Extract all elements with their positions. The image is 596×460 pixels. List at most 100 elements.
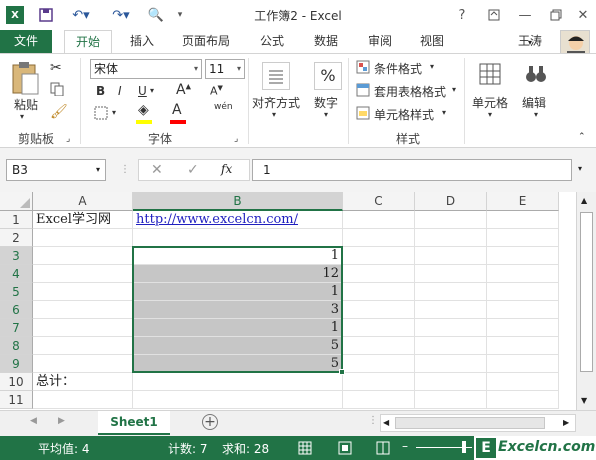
horizontal-scrollbar[interactable]: ◀ ▶ — [380, 414, 576, 432]
ribbon-display-icon[interactable] — [484, 6, 504, 24]
cell-c9[interactable] — [343, 355, 415, 373]
help-button[interactable]: ? — [452, 6, 472, 24]
tab-home[interactable]: 开始 — [64, 30, 112, 54]
cell-d6[interactable] — [415, 301, 487, 319]
vertical-scroll-thumb[interactable] — [580, 212, 593, 372]
row-header[interactable]: 1 — [0, 211, 33, 229]
scroll-up-icon[interactable]: ▲ — [581, 196, 587, 205]
cell-d10[interactable] — [415, 373, 487, 391]
tab-formulas[interactable]: 公式 — [250, 30, 294, 54]
table-format-button[interactable]: 套用表格格式 — [374, 83, 446, 100]
tab-data[interactable]: 数据 — [304, 30, 348, 54]
cells-button[interactable]: 单元格 — [472, 94, 508, 111]
border-dropdown-icon[interactable]: ▾ — [112, 108, 116, 117]
alignment-button[interactable]: 对齐方式 — [252, 94, 300, 111]
cell-b2[interactable] — [133, 229, 343, 247]
cell-a5[interactable] — [33, 283, 133, 301]
cell-c8[interactable] — [343, 337, 415, 355]
restore-icon[interactable] — [546, 6, 566, 24]
fill-color-icon[interactable]: ◈ — [138, 102, 149, 118]
name-box-dropdown-icon[interactable]: ▾ — [96, 160, 100, 180]
table-format-dropdown-icon[interactable]: ▾ — [452, 85, 456, 94]
tab-split-icon[interactable]: ⋮ — [368, 415, 378, 426]
border-icon[interactable] — [94, 106, 110, 123]
cells-dropdown-icon[interactable]: ▾ — [488, 110, 492, 119]
cell-e5[interactable] — [487, 283, 559, 301]
underline-dropdown-icon[interactable]: ▾ — [150, 86, 154, 95]
prev-sheet-icon[interactable]: ◀ — [30, 416, 37, 426]
cell-style-button[interactable]: 单元格样式 — [374, 106, 434, 123]
worksheet-grid[interactable]: A B C D E 1 Excel学习网 http://www.excelcn.co… — [0, 192, 596, 410]
bold-button[interactable]: B — [96, 84, 105, 98]
row-header[interactable]: 9 — [0, 355, 33, 373]
normal-view-icon[interactable] — [298, 441, 312, 458]
cell-d3[interactable] — [415, 247, 487, 265]
cell-c6[interactable] — [343, 301, 415, 319]
cell-e7[interactable] — [487, 319, 559, 337]
format-painter-icon[interactable]: 🖌 — [50, 104, 68, 120]
close-button[interactable]: ✕ — [573, 6, 593, 24]
number-dropdown-icon[interactable]: ▾ — [324, 110, 328, 119]
column-header-a[interactable]: A — [33, 192, 133, 211]
cell-a4[interactable] — [33, 265, 133, 283]
page-layout-view-icon[interactable] — [338, 441, 352, 458]
cell-style-dropdown-icon[interactable]: ▾ — [442, 108, 446, 117]
font-size-select[interactable]: 11 ▾ — [205, 59, 245, 79]
column-header-c[interactable]: C — [343, 192, 415, 211]
cell-style-icon[interactable] — [356, 106, 370, 123]
zoom-out-icon[interactable]: – — [402, 439, 408, 453]
cells-icon[interactable] — [478, 62, 502, 89]
row-header[interactable]: 3 — [0, 247, 33, 265]
cut-icon[interactable]: ✂ — [50, 60, 62, 76]
font-launcher-icon[interactable]: ⌟ — [234, 134, 238, 144]
cell-a8[interactable] — [33, 337, 133, 355]
row-header[interactable]: 4 — [0, 265, 33, 283]
cell-a7[interactable] — [33, 319, 133, 337]
cell-b1[interactable]: http://www.excelcn.com/ — [133, 211, 343, 229]
cell-a6[interactable] — [33, 301, 133, 319]
insert-function-button[interactable]: fx — [221, 162, 232, 176]
cell-a11[interactable] — [33, 391, 133, 409]
cell-b9[interactable]: 5 — [133, 355, 343, 373]
cell-e1[interactable] — [487, 211, 559, 229]
conditional-format-icon[interactable] — [356, 60, 370, 77]
cell-a2[interactable] — [33, 229, 133, 247]
binoculars-icon[interactable] — [524, 62, 548, 90]
cell-b10[interactable] — [133, 373, 343, 391]
row-header[interactable]: 10 — [0, 373, 33, 391]
column-header-b[interactable]: B — [133, 192, 343, 211]
cell-d5[interactable] — [415, 283, 487, 301]
tab-review[interactable]: 审阅 — [358, 30, 402, 54]
font-name-select[interactable]: 宋体 ▾ — [90, 59, 202, 79]
cell-a3[interactable] — [33, 247, 133, 265]
cell-e4[interactable] — [487, 265, 559, 283]
cell-c10[interactable] — [343, 373, 415, 391]
paste-icon[interactable] — [10, 60, 46, 100]
collapse-ribbon-icon[interactable]: ⌃ — [578, 132, 586, 142]
vertical-scrollbar[interactable]: ▲ ▼ — [576, 192, 596, 410]
cell-e6[interactable] — [487, 301, 559, 319]
cell-c4[interactable] — [343, 265, 415, 283]
user-dropdown-icon[interactable]: ▾ — [528, 38, 532, 47]
cell-c2[interactable] — [343, 229, 415, 247]
cell-c1[interactable] — [343, 211, 415, 229]
cell-b6[interactable]: 3 — [133, 301, 343, 319]
row-header[interactable]: 11 — [0, 391, 33, 409]
alignment-dropdown-icon[interactable]: ▾ — [272, 110, 276, 119]
table-format-icon[interactable] — [356, 83, 370, 100]
cell-a1[interactable]: Excel学习网 — [33, 211, 133, 229]
tab-view[interactable]: 视图 — [410, 30, 454, 54]
next-sheet-icon[interactable]: ▶ — [58, 416, 65, 426]
cell-e8[interactable] — [487, 337, 559, 355]
fill-handle[interactable] — [339, 369, 345, 375]
cell-b7[interactable]: 1 — [133, 319, 343, 337]
editing-button[interactable]: 编辑 — [522, 94, 546, 111]
cell-b8[interactable]: 5 — [133, 337, 343, 355]
italic-button[interactable]: I — [118, 84, 122, 98]
number-button[interactable]: 数字 — [314, 94, 338, 111]
conditional-format-dropdown-icon[interactable]: ▾ — [430, 62, 434, 71]
number-icon[interactable]: % — [314, 62, 342, 90]
cell-d9[interactable] — [415, 355, 487, 373]
row-header[interactable]: 7 — [0, 319, 33, 337]
cell-c7[interactable] — [343, 319, 415, 337]
